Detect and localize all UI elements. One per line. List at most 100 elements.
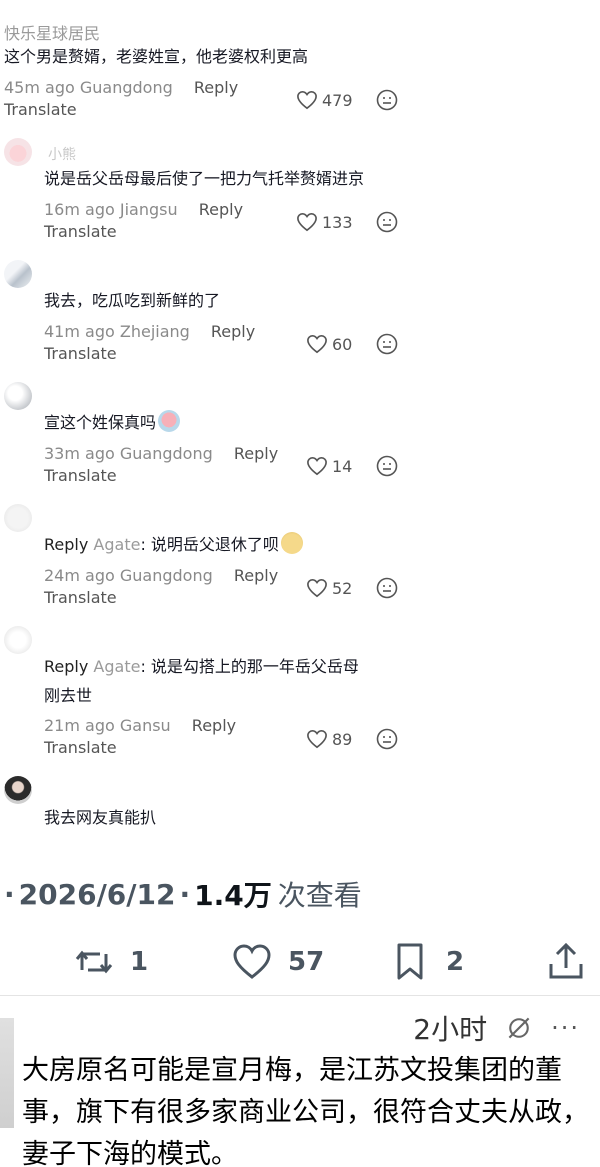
comment-username[interactable]: 快乐星球居民 [4,20,100,44]
more-options-icon[interactable]: ··· [551,1014,580,1042]
like-button[interactable]: 133 [296,210,356,234]
like-button[interactable]: 60 [306,332,366,356]
comment-text: 这个男是赘婿，老婆姓宣，他老婆权利更高 [4,47,309,66]
avatar[interactable] [4,626,32,654]
reply-prefix: Reply [44,657,89,676]
doge-emoji-icon [280,532,303,554]
comment-text: 我去网友真能扒 [44,808,157,827]
emoji-reaction-icon[interactable] [376,455,398,477]
heart-icon [307,578,327,598]
like-count: 14 [332,456,353,476]
comment-location: Gansu [119,716,171,735]
avatar[interactable] [4,382,32,410]
heart-icon [297,212,317,232]
comment-text-body: 宣这个姓保真吗 [44,413,157,432]
translate-button[interactable]: Translate [44,466,117,485]
comment-meta: 21m ago Gansu Reply [44,716,236,735]
comment-meta: 16m ago Jiangsu Reply [44,200,243,219]
comment-text: 我去，吃瓜吃到新鲜的了 [44,291,221,310]
retweet-icon [75,950,113,974]
like-button[interactable]: 52 [306,576,366,600]
translate-button[interactable]: Translate [44,738,117,757]
comment-meta: 33m ago Guangdong Reply [44,444,278,463]
hidden-icon[interactable] [505,1014,533,1042]
like-count: 89 [332,729,353,749]
bookmark-count: 2 [446,947,465,977]
like-button[interactable]: 89 [306,727,366,751]
reply-button[interactable]: Reply [211,322,255,341]
reply-button[interactable]: Reply [199,200,243,219]
like-count: 133 [322,212,353,232]
avatar[interactable] [4,504,32,532]
translate-button[interactable]: Translate [44,344,117,363]
comment-username[interactable]: 小熊 [48,144,76,164]
emoji-reaction-icon[interactable] [376,577,398,599]
like-count: 60 [332,334,353,354]
emoji-reaction-icon[interactable] [376,333,398,355]
translate-button[interactable]: Translate [44,588,117,607]
share-button[interactable] [546,940,586,984]
like-count: 57 [288,947,325,977]
view-label: 次查看 [277,879,362,912]
retweet-count: 1 [130,947,149,977]
avatar[interactable] [4,260,32,288]
reply-to-username[interactable]: Agate [93,535,140,554]
separator-dot: · [4,877,15,911]
comment-location: Jiangsu [119,200,178,219]
bookmark-icon [397,943,423,980]
separator-dot: · [179,877,191,911]
heart-icon [233,944,271,979]
comment-time: 24m ago [44,566,115,585]
reply-button[interactable]: Reply [194,78,238,97]
reply-prefix: Reply [44,535,89,554]
like-post-button[interactable]: 57 [232,940,324,984]
post-stats: · 2026/6/12 · 1.4万 次查看 [0,872,362,916]
translate-button[interactable]: Translate [4,100,77,119]
comment-meta: 41m ago Zhejiang Reply [44,322,255,341]
comment-text-body: : 说明岳父退休了呗 [140,535,279,554]
post-meta: 2小时 ··· [413,1010,580,1046]
comment-text-line2: 刚去世 [44,686,93,705]
view-count: 1.4万 [194,879,272,912]
comment-time: 45m ago [4,78,75,97]
comment-location: Guangdong [119,444,213,463]
avatar[interactable] [0,1018,14,1128]
comment-text: 说是岳父岳母最后使了一把力气托举赘婿进京 [44,169,365,188]
divider [0,995,600,996]
emoji-reaction-icon[interactable] [376,728,398,750]
like-count: 479 [322,90,353,110]
comment-text: Reply Agate: 说明岳父退休了呗 [44,531,303,559]
comment-text: 宣这个姓保真吗 [44,409,181,437]
comment-time: 21m ago [44,716,115,735]
like-button[interactable]: 479 [296,88,356,112]
comment-time: 16m ago [44,200,115,219]
emoji-reaction-icon[interactable] [376,89,398,111]
translate-button[interactable]: Translate [44,222,117,241]
reply-button[interactable]: Reply [234,444,278,463]
emoji-reaction-icon[interactable] [376,211,398,233]
reply-button[interactable]: Reply [234,566,278,585]
bookmark-button[interactable]: 2 [390,940,464,984]
heart-icon [307,729,327,749]
heart-icon [307,456,327,476]
like-button[interactable]: 14 [306,454,366,478]
avatar[interactable] [4,138,32,166]
reply-to-username[interactable]: Agate [93,657,140,676]
comment-location: Zhejiang [119,322,190,341]
like-count: 52 [332,578,353,598]
comment-meta: 24m ago Guangdong Reply [44,566,278,585]
avatar[interactable] [4,776,32,804]
comment-text: Reply Agate: 说是勾搭上的那一年岳父岳母 [44,653,359,681]
reply-button[interactable]: Reply [192,716,236,735]
heart-icon [307,334,327,354]
comment-time: 41m ago [44,322,115,341]
post-text: 大房原名可能是宣月梅，是江苏文投集团的董事，旗下有很多家商业公司，很符合丈夫从政… [22,1055,589,1167]
post-date: 2026/6/12 [18,877,176,911]
retweet-button[interactable]: 1 [74,940,148,984]
melting-face-emoji-icon [158,410,181,432]
comment-location: Guangdong [79,78,173,97]
post-time: 2小时 [413,1013,488,1046]
heart-icon [297,90,317,110]
comment-location: Guangdong [119,566,213,585]
comment-time: 33m ago [44,444,115,463]
